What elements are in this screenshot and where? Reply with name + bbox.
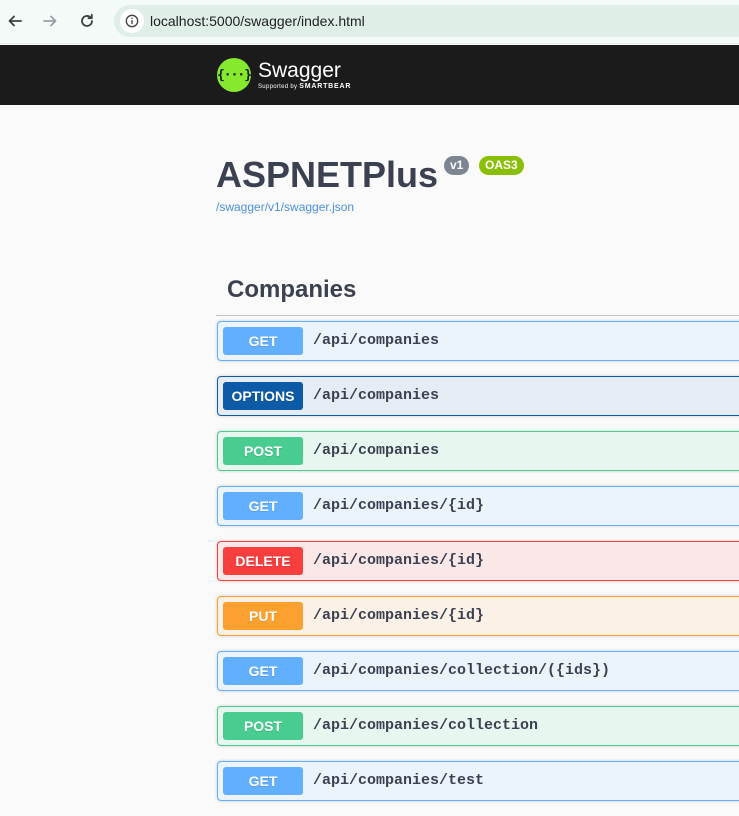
swagger-logo[interactable]: {···} Swagger Supported by SMARTBEAR [217, 55, 351, 95]
method-badge: GET [223, 492, 303, 520]
opblock-options[interactable]: OPTIONS /api/companies [217, 376, 739, 416]
oas-badge: OAS3 [479, 156, 524, 175]
swagger-logo-title: Swagger [258, 58, 341, 82]
address-bar[interactable]: localhost:5000/swagger/index.html [114, 5, 739, 37]
browser-toolbar: localhost:5000/swagger/index.html [0, 0, 739, 44]
arrow-left-icon [8, 15, 22, 27]
operations-list: GET /api/companies OPTIONS /api/companie… [217, 321, 739, 816]
logo-sub-brand: SMARTBEAR [299, 82, 352, 90]
back-button[interactable] [2, 8, 28, 34]
opblock-delete[interactable]: DELETE /api/companies/{id} [217, 541, 739, 581]
operation-path: /api/companies [313, 332, 440, 349]
forward-button[interactable] [37, 8, 63, 34]
method-badge: PUT [223, 602, 303, 630]
site-info-button[interactable] [120, 9, 144, 33]
operation-path: /api/companies [313, 442, 440, 459]
method-badge: DELETE [223, 547, 303, 575]
api-title: ASPNETPlus [216, 154, 439, 195]
swagger-logo-text: Swagger Supported by SMARTBEAR [258, 58, 351, 91]
method-badge: POST [223, 437, 303, 465]
reload-icon [81, 13, 93, 27]
operation-path: /api/companies/{id} [313, 552, 485, 569]
arrow-right-icon [43, 15, 57, 27]
swagger-json-link[interactable]: /swagger/v1/swagger.json [216, 200, 354, 214]
version-badge: v1 [444, 156, 470, 175]
opblock-get[interactable]: GET /api/companies [217, 321, 739, 361]
method-badge: OPTIONS [223, 382, 303, 410]
swagger-logo-icon: {···} [217, 58, 252, 92]
opblock-get[interactable]: GET /api/companies/test [217, 761, 739, 801]
swagger-topbar: {···} Swagger Supported by SMARTBEAR [0, 45, 739, 105]
operation-path: /api/companies/collection [313, 717, 539, 734]
reload-button[interactable] [74, 8, 100, 34]
method-badge: GET [223, 767, 303, 795]
operation-path: /api/companies [313, 387, 440, 404]
opblock-get[interactable]: GET /api/companies/{id} [217, 486, 739, 526]
operation-path: /api/companies/test [313, 772, 485, 789]
swagger-logo-subtitle: Supported by SMARTBEAR [258, 83, 351, 91]
logo-sub-prefix: Supported by [258, 83, 298, 90]
opblock-post[interactable]: POST /api/companies/collection [217, 706, 739, 746]
info-circle-icon [125, 14, 139, 28]
method-badge: GET [223, 657, 303, 685]
tag-section-header[interactable]: Companies [216, 268, 739, 316]
url-text: localhost:5000/swagger/index.html [150, 13, 365, 29]
api-info: ASPNETPlus v1 OAS3 /swagger/v1/swagger.j… [216, 150, 524, 214]
method-badge: GET [223, 327, 303, 355]
opblock-post[interactable]: POST /api/companies [217, 431, 739, 471]
operation-path: /api/companies/collection/({ids}) [313, 662, 611, 679]
operation-path: /api/companies/{id} [313, 607, 485, 624]
operation-path: /api/companies/{id} [313, 497, 485, 514]
tag-title: Companies [227, 276, 357, 303]
opblock-get[interactable]: GET /api/companies/collection/({ids}) [217, 651, 739, 691]
method-badge: POST [223, 712, 303, 740]
opblock-put[interactable]: PUT /api/companies/{id} [217, 596, 739, 636]
